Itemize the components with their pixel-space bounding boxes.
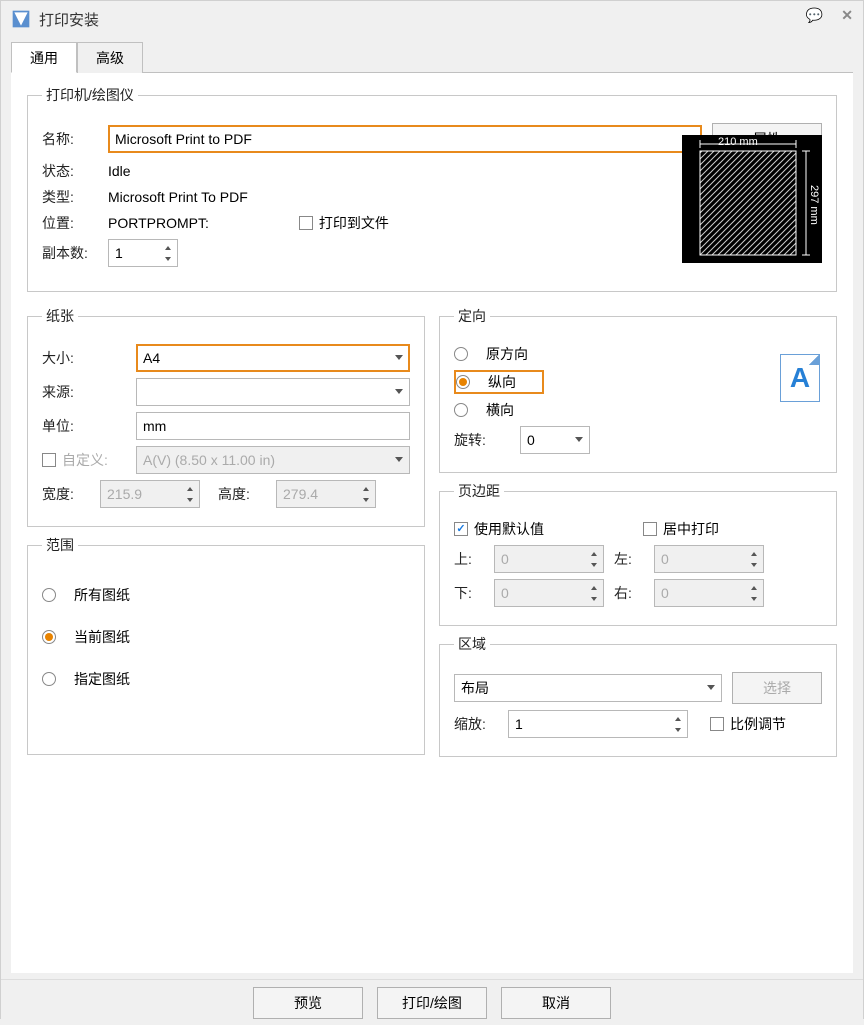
width-label: 宽度: — [42, 484, 90, 504]
paper-preview: 210 mm 297 mm — [682, 135, 822, 263]
titlebar: 打印安装 💬 ✕ — [1, 1, 863, 37]
height-label: 高度: — [218, 484, 266, 504]
margin-bottom-spinner: 0 — [494, 579, 604, 607]
scale-spinner[interactable]: 1 — [508, 710, 688, 738]
status-value: Idle — [108, 163, 131, 179]
window-title: 打印安装 — [39, 9, 99, 30]
chevron-down-icon — [575, 437, 583, 442]
source-combo[interactable] — [136, 378, 410, 406]
width-value: 215.9 — [107, 486, 142, 502]
margin-bottom-label: 下: — [454, 583, 484, 603]
rotate-combo[interactable]: 0 — [520, 426, 590, 454]
paper-section: 纸张 大小: A4 来源: — [27, 306, 425, 527]
margin-top-spinner: 0 — [494, 545, 604, 573]
preview-height: 297 mm — [808, 185, 820, 225]
tab-strip: 通用 高级 — [11, 41, 853, 73]
location-label: 位置: — [42, 213, 98, 233]
custom-label: 自定义: — [62, 450, 108, 470]
height-spinner: 279.4 — [276, 480, 376, 508]
checkbox-icon — [299, 216, 313, 230]
size-value: A4 — [143, 350, 160, 366]
printer-legend: 打印机/绘图仪 — [42, 85, 138, 105]
tab-advanced[interactable]: 高级 — [77, 42, 143, 73]
orientation-legend: 定向 — [454, 306, 490, 326]
cancel-button[interactable]: 取消 — [501, 987, 611, 1019]
location-value: PORTPROMPT: — [108, 215, 209, 231]
copies-spinner[interactable]: 1 — [108, 239, 178, 267]
copies-value: 1 — [115, 245, 123, 261]
dialog-footer: 预览 打印/绘图 取消 — [1, 979, 863, 1025]
feedback-icon[interactable]: 💬 — [806, 7, 823, 24]
orientation-icon: A — [780, 354, 820, 402]
scale-label: 缩放: — [454, 714, 498, 734]
use-default-checkbox[interactable]: 使用默认值 — [454, 519, 633, 539]
custom-value: A(V) (8.50 x 11.00 in) — [143, 452, 275, 468]
custom-combo: A(V) (8.50 x 11.00 in) — [136, 446, 410, 474]
tab-general[interactable]: 通用 — [11, 42, 77, 73]
status-label: 状态: — [42, 161, 98, 181]
range-legend: 范围 — [42, 535, 78, 555]
range-current-radio[interactable]: 当前图纸 — [42, 627, 410, 647]
chevron-down-icon — [707, 685, 715, 690]
tab-content: 打印机/绘图仪 名称: Microsoft Print to PDF 属性 21… — [11, 73, 853, 973]
chevron-down-icon — [395, 355, 403, 360]
copies-label: 副本数: — [42, 243, 98, 263]
orient-landscape-radio[interactable]: 横向 — [454, 400, 822, 420]
checkbox-icon — [42, 453, 56, 467]
preview-button[interactable]: 预览 — [253, 987, 363, 1019]
printer-name-combo[interactable]: Microsoft Print to PDF — [108, 125, 702, 153]
printer-section: 打印机/绘图仪 名称: Microsoft Print to PDF 属性 21… — [27, 85, 837, 292]
custom-checkbox[interactable]: 自定义: — [42, 450, 126, 470]
print-to-file-label: 打印到文件 — [319, 213, 389, 233]
width-spinner: 215.9 — [100, 480, 200, 508]
margin-top-label: 上: — [454, 549, 484, 569]
orient-original-radio[interactable]: 原方向 — [454, 344, 822, 364]
margins-legend: 页边距 — [454, 481, 504, 501]
height-value: 279.4 — [283, 486, 318, 502]
printer-name-label: 名称: — [42, 129, 98, 149]
size-combo[interactable]: A4 — [136, 344, 410, 372]
close-icon[interactable]: ✕ — [841, 7, 853, 24]
center-print-checkbox[interactable]: 居中打印 — [643, 519, 822, 539]
chevron-down-icon — [395, 457, 403, 462]
scale-value: 1 — [515, 716, 523, 732]
print-dialog: 打印安装 💬 ✕ 通用 高级 打印机/绘图仪 名称: Microsoft Pri… — [0, 0, 864, 1019]
printer-name-value: Microsoft Print to PDF — [115, 131, 252, 147]
orientation-section: 定向 A 原方向 纵向 横向 旋转: 0 — [439, 306, 837, 473]
range-section: 范围 所有图纸 当前图纸 指定图纸 — [27, 535, 425, 755]
unit-value: mm — [143, 418, 166, 434]
print-button[interactable]: 打印/绘图 — [377, 987, 487, 1019]
range-all-radio[interactable]: 所有图纸 — [42, 585, 410, 605]
size-label: 大小: — [42, 348, 126, 368]
margin-left-spinner: 0 — [654, 545, 764, 573]
print-to-file-checkbox[interactable]: 打印到文件 — [299, 213, 389, 233]
margin-left-label: 左: — [614, 549, 644, 569]
rotate-value: 0 — [527, 432, 535, 448]
type-value: Microsoft Print To PDF — [108, 189, 248, 205]
rotate-label: 旋转: — [454, 430, 510, 450]
range-specify-radio[interactable]: 指定图纸 — [42, 669, 410, 689]
source-label: 来源: — [42, 382, 126, 402]
chevron-down-icon — [395, 389, 403, 394]
area-legend: 区域 — [454, 634, 490, 654]
app-icon — [11, 9, 31, 29]
orient-portrait-radio[interactable]: 纵向 — [454, 370, 544, 394]
preview-width: 210 mm — [718, 136, 758, 148]
margin-right-label: 右: — [614, 583, 644, 603]
layout-value: 布局 — [461, 678, 489, 698]
margin-right-spinner: 0 — [654, 579, 764, 607]
proportion-checkbox[interactable]: 比例调节 — [710, 714, 786, 734]
select-button: 选择 — [732, 672, 822, 704]
area-layout-combo[interactable]: 布局 — [454, 674, 722, 702]
margins-section: 页边距 使用默认值 居中打印 上: 0 左: 0 下: 0 右: — [439, 481, 837, 626]
unit-input[interactable]: mm — [136, 412, 410, 440]
area-section: 区域 布局 选择 缩放: 1 — [439, 634, 837, 757]
type-label: 类型: — [42, 187, 98, 207]
paper-legend: 纸张 — [42, 306, 78, 326]
unit-label: 单位: — [42, 416, 126, 436]
